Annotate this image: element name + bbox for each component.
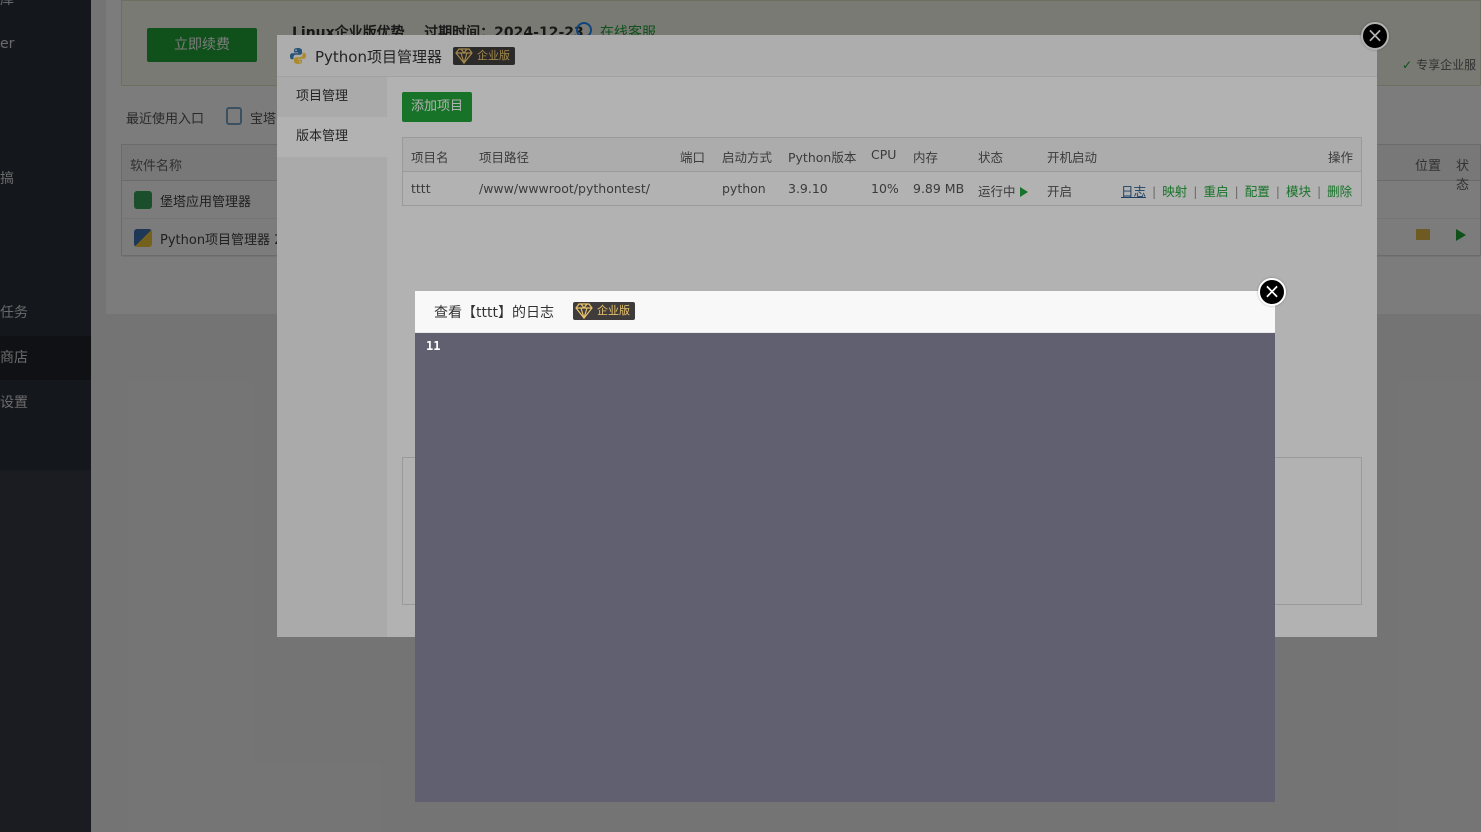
- close-icon[interactable]: ×: [1258, 278, 1286, 306]
- log-text: 11: [426, 339, 441, 353]
- dialog-title: 查看【tttt】的日志: [434, 305, 554, 321]
- badge-text: 企业版: [597, 304, 630, 317]
- enterprise-badge: 企业版: [573, 302, 635, 320]
- diamond-icon: [575, 303, 593, 319]
- dialog-title-bar: 查看【tttt】的日志 企业版: [415, 291, 1275, 333]
- log-dialog: 查看【tttt】的日志 企业版 11: [415, 291, 1275, 802]
- log-output[interactable]: 11: [415, 333, 1275, 802]
